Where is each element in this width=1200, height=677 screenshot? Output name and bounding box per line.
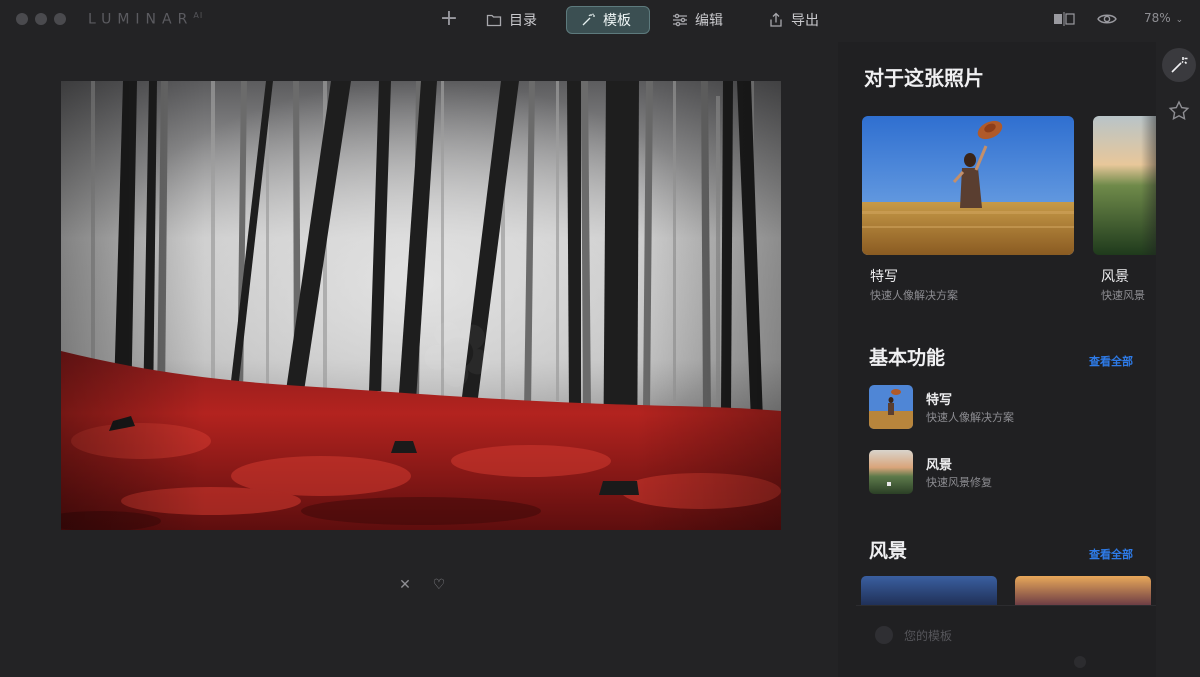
basic-see-all-link[interactable]: 查看全部 xyxy=(1089,353,1133,369)
title-bar: LUMINARAI + 目录 模板 编辑 导出 78% ⌄ xyxy=(0,0,1200,40)
sliders-icon xyxy=(673,13,687,27)
reject-icon[interactable]: ✕ xyxy=(397,577,413,593)
list-item-landscape-title: 风景 xyxy=(926,458,953,473)
section-basic-title: 基本功能 xyxy=(869,347,946,369)
hero-card-portrait-title: 特写 xyxy=(870,269,898,285)
tab-templates-label: 模板 xyxy=(603,13,631,29)
list-item-portrait-subtitle: 快速人像解决方案 xyxy=(926,411,1014,424)
forest-photo xyxy=(61,81,781,530)
panel-title: 对于这张照片 xyxy=(864,66,984,90)
app-logo-suffix: AI xyxy=(193,11,204,20)
tab-export[interactable]: 导出 xyxy=(768,7,819,33)
star-icon[interactable] xyxy=(1168,100,1190,122)
hero-card-landscape-title: 风景 xyxy=(1101,269,1129,285)
hero-card-landscape-subtitle: 快速风景 xyxy=(1101,289,1145,302)
magic-wand-icon xyxy=(1171,57,1188,73)
chevron-down-icon: ⌄ xyxy=(1175,15,1184,25)
tab-edit-label: 编辑 xyxy=(695,13,723,29)
panel-icon-rail xyxy=(1156,42,1200,677)
photo-canvas[interactable] xyxy=(61,81,781,530)
templates-panel: 对于这张照片 特写 快速人像解决方案 风景 快速风景 基本功能 查看全部 特写 … xyxy=(838,42,1156,677)
eye-icon[interactable] xyxy=(1097,11,1117,27)
close-window-button[interactable] xyxy=(16,13,28,25)
app-logo: LUMINARAI xyxy=(88,11,203,28)
hero-card-landscape[interactable] xyxy=(1093,116,1156,255)
tab-catalog[interactable]: 目录 xyxy=(486,7,537,33)
landscape-card-2[interactable] xyxy=(1015,576,1151,606)
your-templates-icon xyxy=(875,626,893,644)
tab-edit[interactable]: 编辑 xyxy=(672,7,723,33)
scroll-indicator xyxy=(1074,656,1086,668)
landscape-see-all-link[interactable]: 查看全部 xyxy=(1089,546,1133,562)
tab-templates[interactable]: 模板 xyxy=(566,6,650,34)
ai-templates-rail-button[interactable] xyxy=(1162,48,1196,82)
magic-wand-icon xyxy=(582,13,595,26)
list-item-landscape-subtitle: 快速风景修复 xyxy=(926,476,992,489)
maximize-window-button[interactable] xyxy=(54,13,66,25)
zoom-level: 78% xyxy=(1144,11,1171,25)
share-icon xyxy=(770,12,782,27)
portrait-thumbnail xyxy=(862,116,1074,255)
window-controls xyxy=(16,13,66,25)
list-item-portrait-title: 特写 xyxy=(926,393,953,408)
section-landscape-title: 风景 xyxy=(869,540,908,562)
landscape-thumbnail xyxy=(1093,116,1156,255)
folder-icon xyxy=(486,14,502,27)
list-item-portrait-thumbnail xyxy=(869,385,913,429)
app-logo-text: LUMINAR xyxy=(88,11,194,28)
compare-icon[interactable] xyxy=(1053,12,1075,26)
hero-card-portrait-subtitle: 快速人像解决方案 xyxy=(870,289,958,302)
zoom-dropdown[interactable]: 78% ⌄ xyxy=(1144,11,1183,25)
list-item-portrait[interactable]: 特写 快速人像解决方案 xyxy=(869,385,1129,429)
list-item-landscape-thumbnail xyxy=(869,450,913,494)
photo-actions: ✕ ♡ xyxy=(397,577,447,593)
add-photos-button[interactable]: + xyxy=(438,6,460,32)
minimize-window-button[interactable] xyxy=(35,13,47,25)
landscape-card-1[interactable] xyxy=(861,576,997,606)
tab-export-label: 导出 xyxy=(791,13,819,29)
list-item-landscape[interactable]: 风景 快速风景修复 xyxy=(869,450,1129,494)
heart-icon[interactable]: ♡ xyxy=(431,577,447,593)
your-templates-bar[interactable]: 您的模板 xyxy=(856,605,1156,677)
your-templates-label: 您的模板 xyxy=(904,629,953,643)
hero-card-portrait[interactable] xyxy=(862,116,1074,255)
tab-catalog-label: 目录 xyxy=(509,13,537,29)
